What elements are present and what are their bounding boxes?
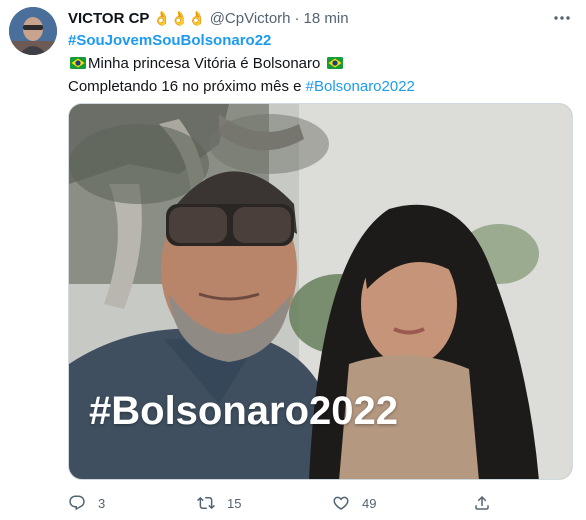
hashtag-link[interactable]: #Bolsonaro2022	[306, 78, 415, 95]
brazil-flag-icon	[70, 57, 86, 69]
author-handle[interactable]: @CpVictorh	[210, 10, 291, 27]
share-icon	[475, 495, 489, 510]
hashtag-link[interactable]: #SouJovemSouBolsonaro22	[68, 32, 271, 49]
reply-count: 3	[98, 495, 106, 511]
tweet-photo[interactable]: #Bolsonaro2022	[68, 103, 573, 480]
reply-icon	[69, 495, 85, 511]
separator-dot: ·	[294, 9, 300, 27]
avatar[interactable]	[9, 7, 57, 55]
tweet-header: VICTOR CP 👌👌👌 @CpVictorh · 18 min	[68, 8, 349, 28]
like-button[interactable]: 49	[332, 494, 376, 512]
more-icon[interactable]	[552, 10, 572, 20]
retweet-icon	[197, 496, 215, 510]
image-overlay-text: #Bolsonaro2022	[89, 389, 399, 433]
tweet-actions: 3 15 49	[68, 494, 573, 514]
retweet-count: 15	[227, 495, 242, 511]
share-button[interactable]	[473, 494, 503, 512]
tweet-text-line-1: #SouJovemSouBolsonaro22	[68, 32, 271, 49]
brazil-flag-icon	[326, 57, 343, 69]
tweet-text-line-2: Minha princesa Vitória é Bolsonaro	[68, 55, 345, 72]
author-name[interactable]: VICTOR CP	[68, 10, 149, 27]
heart-icon	[333, 496, 349, 510]
reply-button[interactable]: 3	[68, 494, 105, 512]
tweet-text-line-3: Completando 16 no próximo mês e #Bolsona…	[68, 78, 415, 95]
like-count: 49	[362, 495, 377, 511]
tweet-text: Minha princesa Vitória é Bolsonaro	[88, 55, 321, 72]
tweet-text: Completando 16 no próximo mês e	[68, 78, 306, 95]
timestamp[interactable]: 18 min	[304, 10, 349, 27]
ok-hand-emoji: 👌👌👌	[153, 9, 206, 26]
retweet-button[interactable]: 15	[197, 494, 241, 512]
tweet-card[interactable]: VICTOR CP 👌👌👌 @CpVictorh · 18 min #SouJo…	[0, 0, 586, 520]
